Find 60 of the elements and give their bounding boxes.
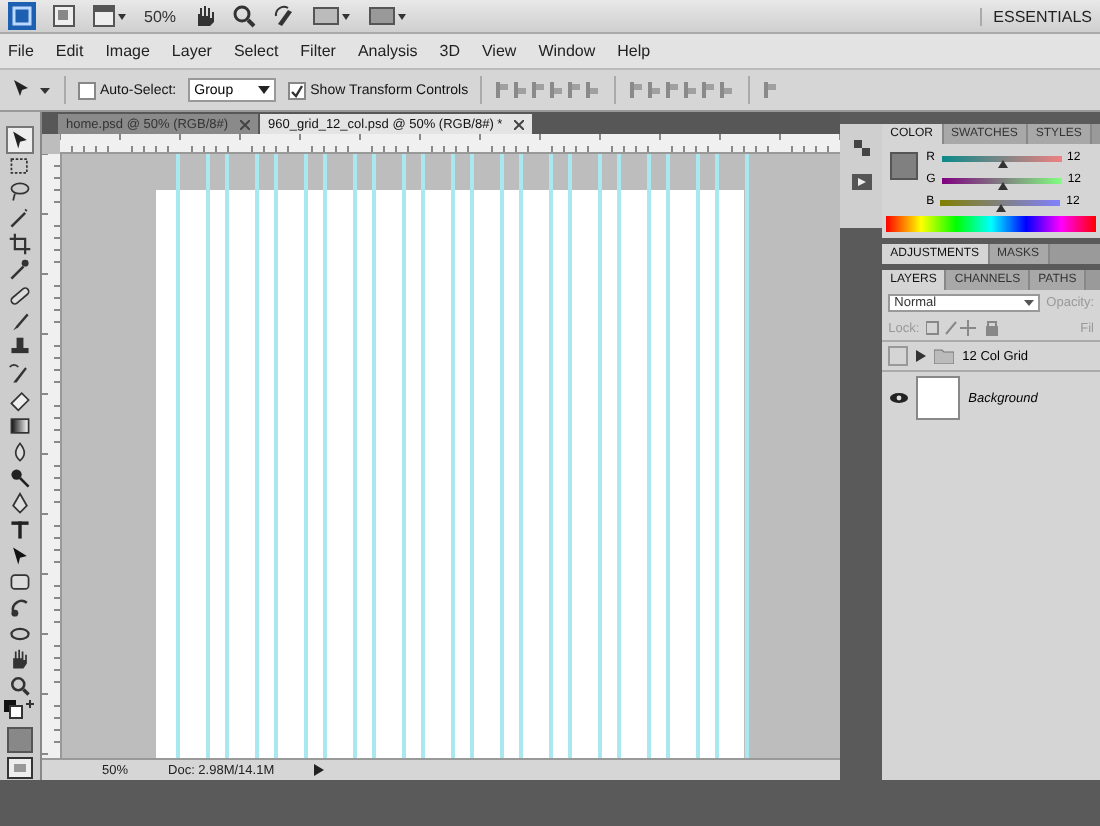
hand-icon[interactable] xyxy=(192,4,217,28)
menu-item[interactable]: Filter xyxy=(300,42,336,60)
quick-mask-icon[interactable] xyxy=(6,726,34,754)
checkbox[interactable] xyxy=(78,81,96,99)
move-tool-icon[interactable] xyxy=(8,128,32,152)
menu-item[interactable]: Select xyxy=(233,42,279,60)
color-swatches-icon[interactable] xyxy=(4,700,36,724)
marquee-icon[interactable] xyxy=(8,154,32,178)
menu-item[interactable]: View xyxy=(481,42,517,60)
visibility-toggle[interactable] xyxy=(888,388,909,408)
menu-item[interactable]: Window xyxy=(538,42,596,60)
caret-icon xyxy=(258,86,271,94)
workspace-switcher[interactable]: ESSENTIALS xyxy=(979,7,1092,25)
zoom-dropdown[interactable]: 50% xyxy=(144,7,177,25)
history-icon[interactable] xyxy=(849,136,874,160)
wand-icon[interactable] xyxy=(8,206,32,230)
color-spectrum[interactable] xyxy=(886,216,1096,232)
menu-item[interactable]: Image xyxy=(105,42,150,60)
menu-item[interactable]: Edit xyxy=(55,42,84,60)
screen-icon[interactable] xyxy=(368,4,409,28)
screen-mode-icon[interactable] xyxy=(6,756,34,780)
brush-icon[interactable] xyxy=(8,310,32,334)
close-icon[interactable] xyxy=(514,119,525,129)
folder-icon xyxy=(934,348,955,364)
zoom-icon[interactable] xyxy=(232,4,257,28)
path-select-icon[interactable] xyxy=(8,544,32,568)
zoom-icon[interactable] xyxy=(8,674,32,698)
orbit-3d-icon[interactable] xyxy=(8,622,32,646)
visibility-toggle[interactable] xyxy=(888,346,909,366)
layer-thumbnail xyxy=(916,376,961,420)
type-tool-icon[interactable] xyxy=(8,518,32,542)
eye-icon xyxy=(889,392,908,404)
checkbox[interactable] xyxy=(288,81,307,99)
pen-icon[interactable] xyxy=(8,492,32,516)
caret-icon xyxy=(1024,300,1035,306)
lasso-icon[interactable] xyxy=(8,180,32,204)
gradient-icon[interactable] xyxy=(8,414,32,438)
rotate-view-icon[interactable] xyxy=(272,4,297,28)
foreground-color-swatch[interactable] xyxy=(890,152,919,180)
menu-item[interactable]: Analysis xyxy=(357,42,418,60)
shape-icon[interactable] xyxy=(8,570,32,594)
menu-item[interactable]: Help xyxy=(617,42,651,60)
menu-item[interactable]: Layer xyxy=(171,42,212,60)
actions-icon[interactable] xyxy=(849,172,874,192)
crop-icon[interactable] xyxy=(8,232,32,256)
bridge-icon[interactable] xyxy=(52,4,76,28)
menu-item[interactable]: 3D xyxy=(439,42,460,60)
eraser-icon[interactable] xyxy=(8,388,32,412)
arrange-icon[interactable] xyxy=(312,4,353,28)
dodge-icon[interactable] xyxy=(8,466,32,490)
app-logo-icon xyxy=(8,2,36,30)
collapsed-triangle-icon[interactable] xyxy=(916,350,927,362)
history-brush-icon[interactable] xyxy=(8,362,32,386)
menu-item[interactable]: File xyxy=(8,42,34,60)
play-arrow-icon[interactable] xyxy=(314,764,325,776)
checkmark-icon xyxy=(290,83,305,97)
hand-icon[interactable] xyxy=(8,648,32,672)
eyedropper-icon[interactable] xyxy=(8,258,32,282)
rotate-3d-icon[interactable] xyxy=(8,596,32,620)
screen-mode-icon[interactable] xyxy=(92,4,128,28)
